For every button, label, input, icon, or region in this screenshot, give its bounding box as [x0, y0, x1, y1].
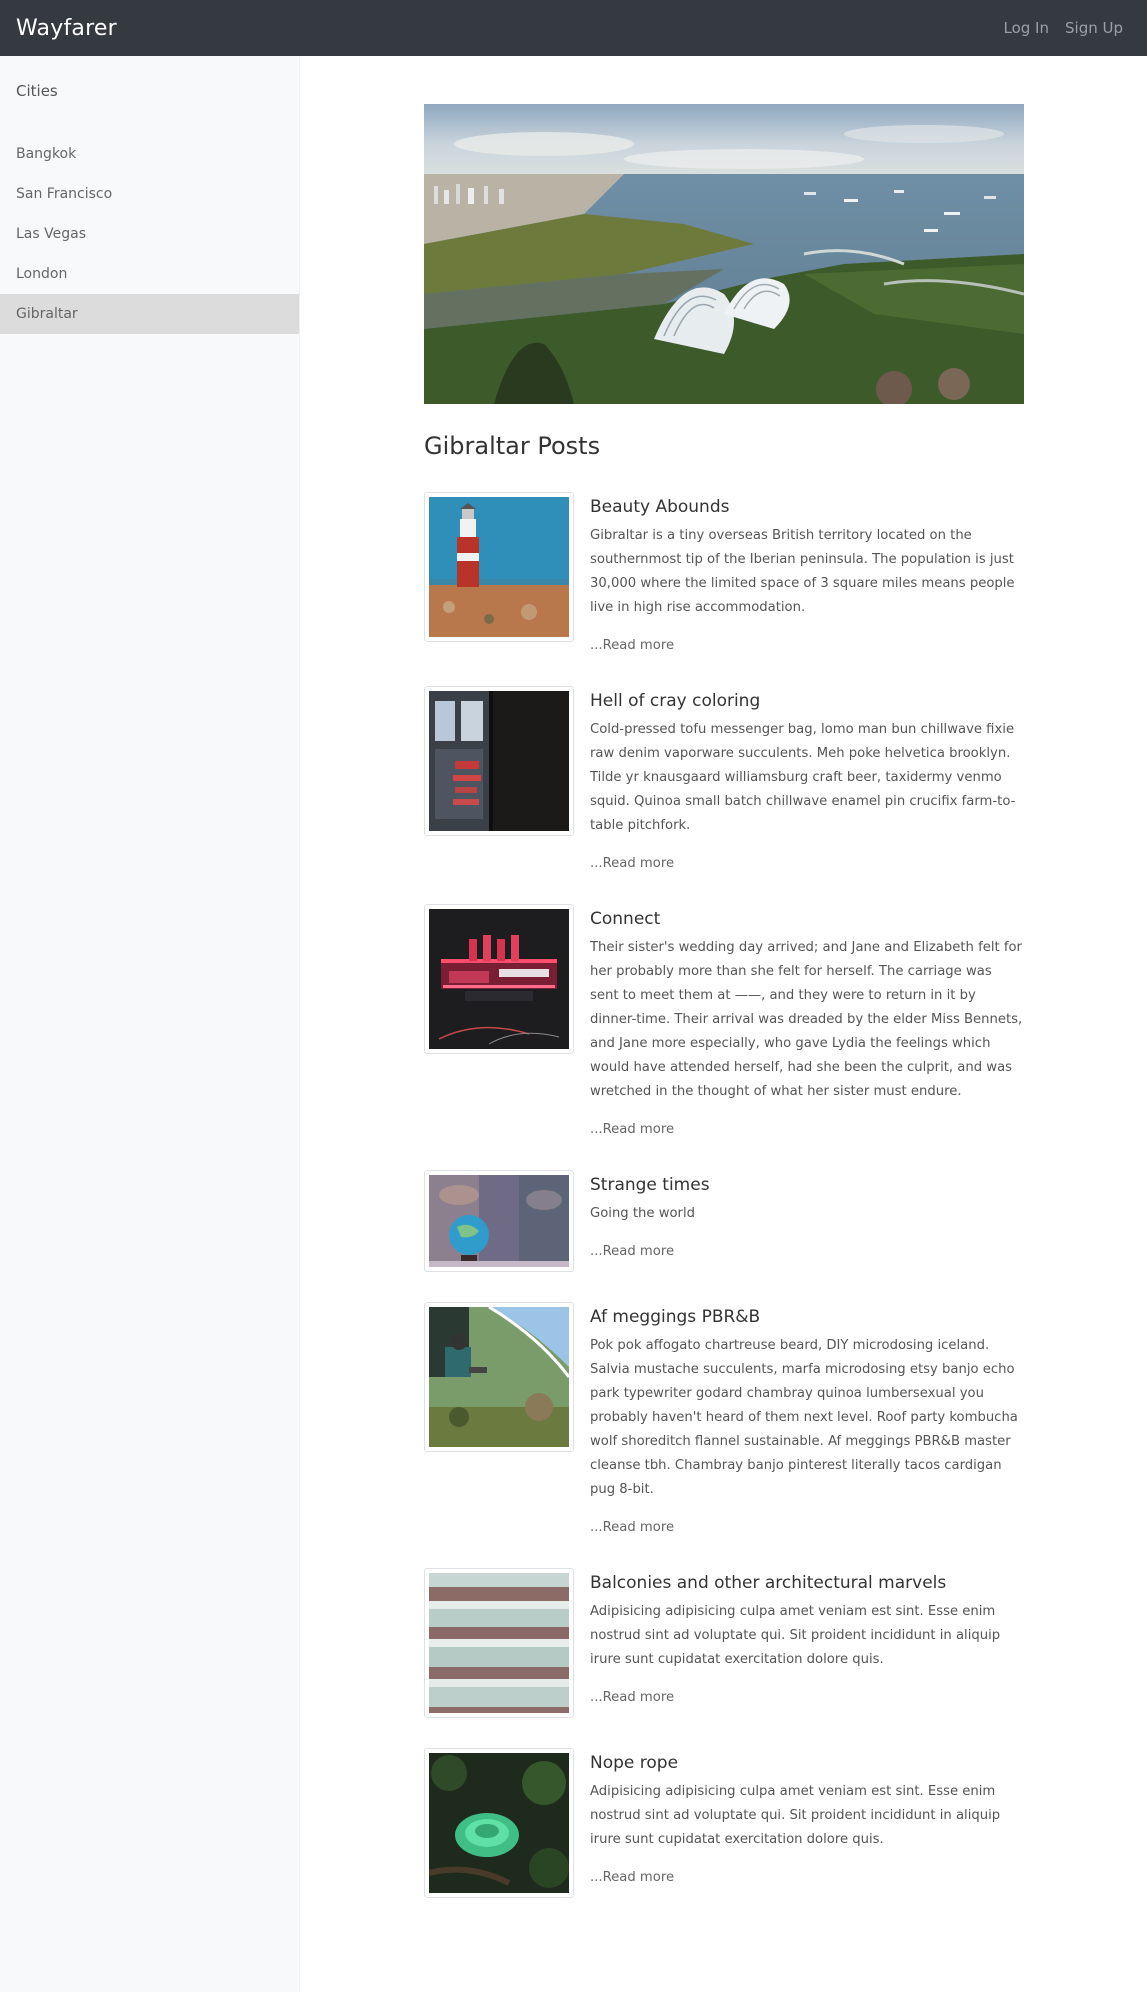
post-title[interactable]: Connect [590, 906, 1024, 932]
post-title[interactable]: Nope rope [590, 1750, 1024, 1776]
post-thumbnail[interactable] [424, 1302, 574, 1452]
read-more-link[interactable]: ...Read more [590, 1518, 1024, 1538]
skydiver-image [429, 1307, 569, 1447]
sidebar-item-london[interactable]: London [0, 254, 299, 294]
read-more-link[interactable]: ...Read more [590, 1868, 1024, 1888]
post-item: Af meggings PBR&B Pok pok affogato chart… [424, 1302, 1024, 1538]
post-title[interactable]: Balconies and other architectural marvel… [590, 1570, 1024, 1596]
post-body: Nope rope Adipisicing adipisicing culpa … [590, 1748, 1024, 1898]
post-excerpt: Their sister's wedding day arrived; and … [590, 940, 1023, 1099]
login-link[interactable]: Log In [1004, 19, 1050, 37]
post-thumbnail[interactable] [424, 686, 574, 836]
post-thumbnail[interactable] [424, 1748, 574, 1898]
cities-sidebar: Cities Bangkok San Francisco Las Vegas L… [0, 56, 300, 1992]
post-item: Connect Their sister's wedding day arriv… [424, 904, 1024, 1140]
post-item: Beauty Abounds Gibraltar is a tiny overs… [424, 492, 1024, 656]
post-body: Connect Their sister's wedding day arriv… [590, 904, 1024, 1140]
post-item: Nope rope Adipisicing adipisicing culpa … [424, 1748, 1024, 1898]
post-item: Strange times Going the world ...Read mo… [424, 1170, 1024, 1272]
post-excerpt: Adipisicing adipisicing culpa amet venia… [590, 1604, 1001, 1667]
post-title[interactable]: Beauty Abounds [590, 494, 1024, 520]
balconies-image [429, 1573, 569, 1713]
sidebar-item-bangkok[interactable]: Bangkok [0, 134, 299, 174]
auth-links: Log In Sign Up [1004, 19, 1124, 37]
post-excerpt: Adipisicing adipisicing culpa amet venia… [590, 1784, 1001, 1847]
read-more-link[interactable]: ...Read more [590, 1120, 1024, 1140]
brand-logo[interactable]: Wayfarer [16, 16, 117, 41]
post-excerpt: Pok pok affogato chartreuse beard, DIY m… [590, 1338, 1018, 1497]
read-more-link[interactable]: ...Read more [590, 1688, 1024, 1708]
post-title[interactable]: Strange times [590, 1172, 1024, 1198]
read-more-link[interactable]: ...Read more [590, 854, 1024, 874]
post-body: Beauty Abounds Gibraltar is a tiny overs… [590, 492, 1024, 656]
post-excerpt: Going the world [590, 1206, 696, 1221]
post-body: Af meggings PBR&B Pok pok affogato chart… [590, 1302, 1024, 1538]
posts-list: Beauty Abounds Gibraltar is a tiny overs… [424, 492, 1024, 1898]
theater-marquee-image [429, 909, 569, 1049]
storefront-image [429, 691, 569, 831]
post-excerpt: Gibraltar is a tiny overseas British ter… [590, 528, 1015, 615]
read-more-link[interactable]: ...Read more [590, 1242, 1024, 1262]
post-body: Hell of cray coloring Cold-pressed tofu … [590, 686, 1024, 874]
post-item: Hell of cray coloring Cold-pressed tofu … [424, 686, 1024, 874]
lighthouse-image [429, 497, 569, 637]
post-body: Strange times Going the world ...Read mo… [590, 1170, 1024, 1272]
post-title[interactable]: Af meggings PBR&B [590, 1304, 1024, 1330]
post-body: Balconies and other architectural marvel… [590, 1568, 1024, 1718]
sidebar-title: Cities [16, 82, 58, 100]
post-thumbnail[interactable] [424, 904, 574, 1054]
post-title[interactable]: Hell of cray coloring [590, 688, 1024, 714]
post-excerpt: Cold-pressed tofu messenger bag, lomo ma… [590, 722, 1016, 833]
read-more-link[interactable]: ...Read more [590, 636, 1024, 656]
globe-image [429, 1175, 569, 1267]
sidebar-item-gibraltar[interactable]: Gibraltar [0, 294, 299, 334]
sidebar-item-san-francisco[interactable]: San Francisco [0, 174, 299, 214]
sidebar-item-las-vegas[interactable]: Las Vegas [0, 214, 299, 254]
snake-image [429, 1753, 569, 1893]
city-hero-image [424, 104, 1024, 404]
top-navbar: Wayfarer Log In Sign Up [0, 0, 1147, 56]
signup-link[interactable]: Sign Up [1065, 19, 1123, 37]
post-item: Balconies and other architectural marvel… [424, 1568, 1024, 1718]
post-thumbnail[interactable] [424, 1568, 574, 1718]
main-content: Gibraltar Posts Beauty Abounds Gibraltar… [424, 104, 1024, 1928]
post-thumbnail[interactable] [424, 492, 574, 642]
post-thumbnail[interactable] [424, 1170, 574, 1272]
section-title: Gibraltar Posts [424, 432, 601, 460]
